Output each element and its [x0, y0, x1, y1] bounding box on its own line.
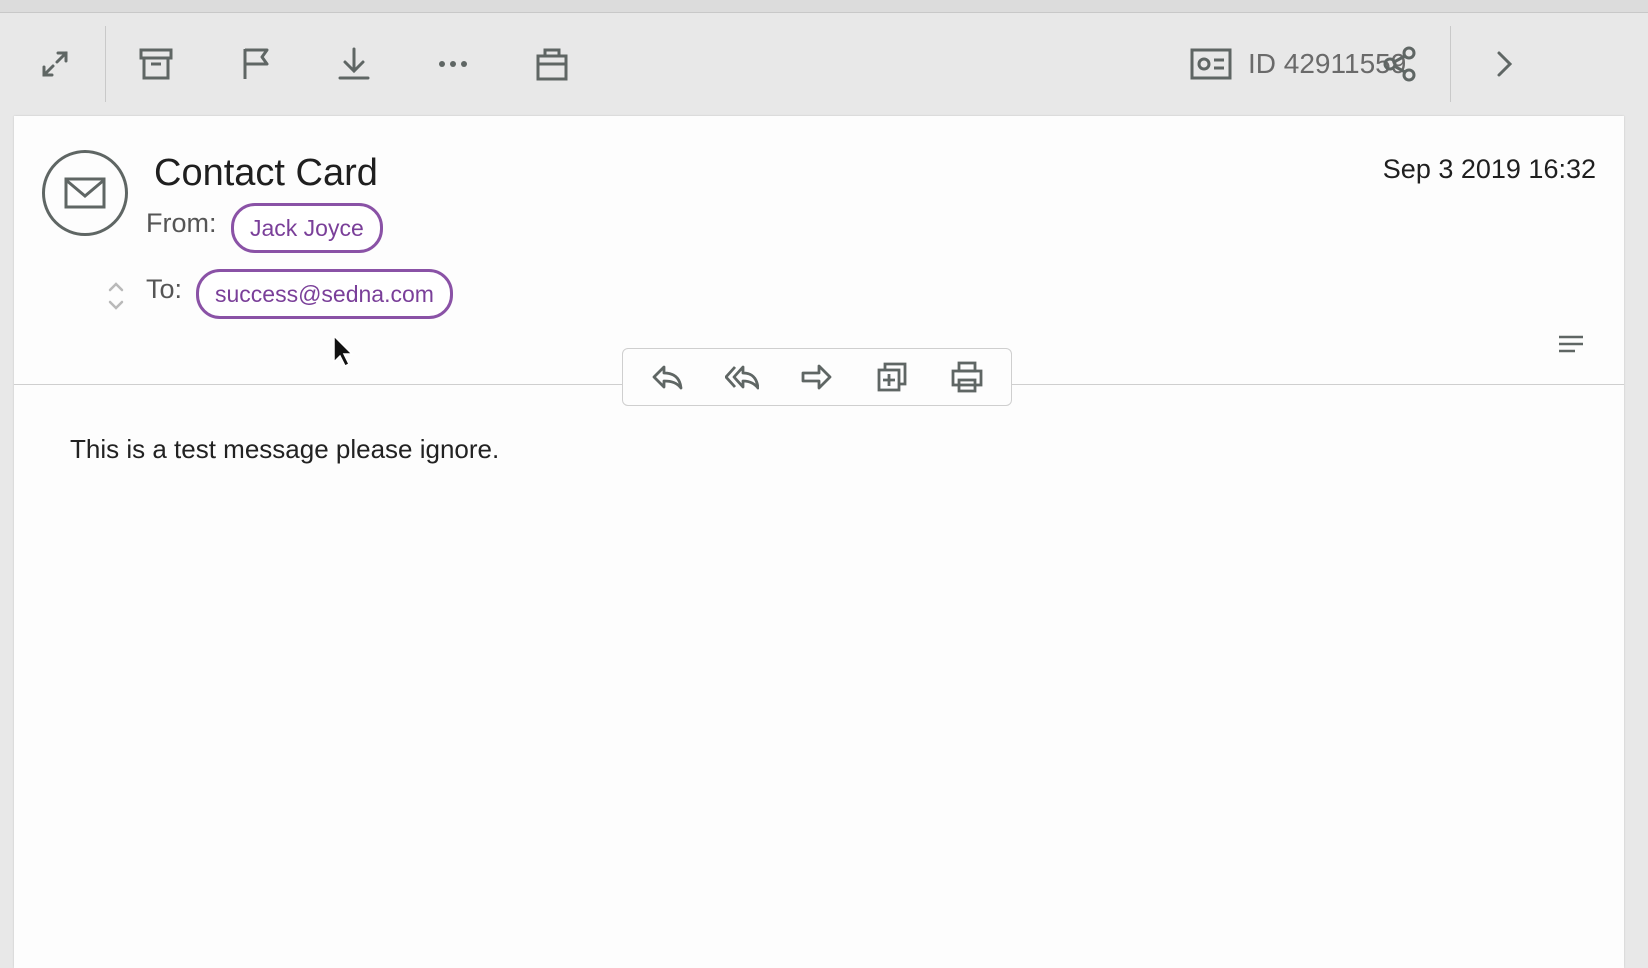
print-icon[interactable] — [941, 351, 993, 403]
download-icon[interactable] — [329, 39, 379, 89]
copy-icon[interactable] — [866, 351, 918, 403]
to-label: To: — [146, 274, 183, 304]
mouse-cursor-icon — [333, 334, 354, 368]
message-actions — [622, 348, 1012, 406]
flag-icon[interactable] — [231, 39, 281, 89]
window-top-edge — [0, 0, 1648, 13]
expand-recipients-icon[interactable] — [104, 280, 128, 312]
recipient-chip[interactable]: success@sedna.com — [196, 269, 453, 319]
from-label: From: — [146, 208, 217, 238]
reply-icon[interactable] — [641, 351, 693, 403]
chevron-right-icon[interactable] — [1478, 39, 1528, 89]
reply-all-icon[interactable] — [716, 351, 768, 403]
message-date: Sep 3 2019 16:32 — [1382, 154, 1596, 184]
more-icon[interactable] — [428, 39, 478, 89]
expand-icon[interactable] — [30, 39, 80, 89]
message-id: ID 42911559 — [1190, 39, 1406, 89]
id-card-icon — [1190, 48, 1232, 80]
details-menu-icon[interactable] — [1558, 334, 1584, 354]
envelope-icon — [64, 177, 106, 209]
toolbar-separator — [1450, 26, 1451, 102]
message-body: This is a test message please ignore. — [70, 434, 500, 464]
forward-icon[interactable] — [791, 351, 843, 403]
message-subject: Contact Card — [154, 152, 378, 194]
share-icon[interactable] — [1375, 39, 1425, 89]
archive-icon[interactable] — [131, 39, 181, 89]
toolbar-separator — [105, 26, 106, 102]
toolbar: ID 42911559 — [0, 13, 1648, 115]
sender-chip[interactable]: Jack Joyce — [231, 203, 383, 253]
message-card: Contact Card Sep 3 2019 16:32 From: Jack… — [14, 116, 1624, 968]
avatar — [42, 150, 128, 236]
briefcase-icon[interactable] — [527, 39, 577, 89]
